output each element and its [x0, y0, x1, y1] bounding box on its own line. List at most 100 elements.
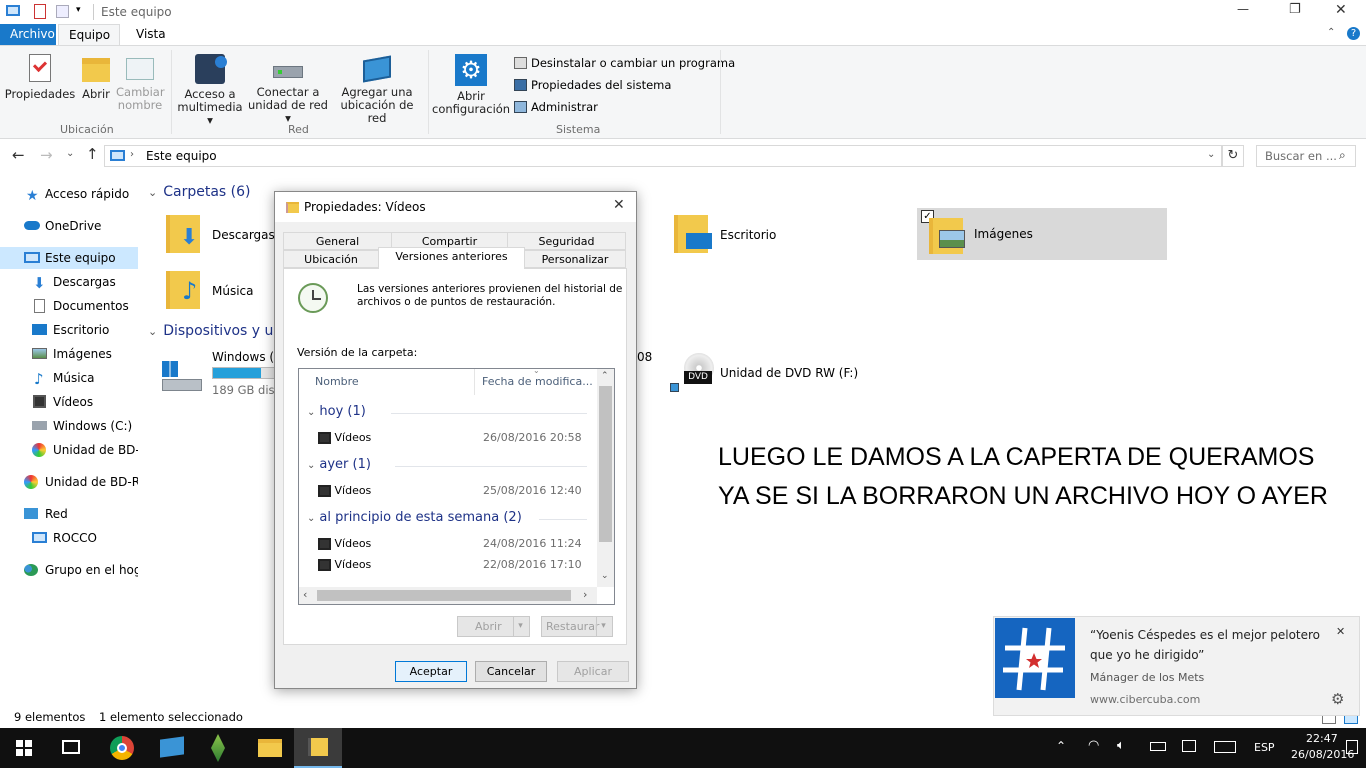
keyboard-icon[interactable] [1214, 741, 1236, 753]
folder-descargas[interactable]: ⬇ Descargas [166, 213, 276, 257]
vertical-scrollbar[interactable]: ⌃ ⌄ [597, 369, 614, 587]
action-center-icon[interactable] [1182, 740, 1196, 752]
notification-center-icon[interactable] [1346, 740, 1358, 754]
qat-dropdown-icon[interactable]: ▾ [76, 5, 81, 15]
folders-section-header[interactable]: ⌄ Carpetas (6) [148, 184, 250, 200]
scroll-thumb[interactable] [599, 386, 612, 542]
scroll-left-icon[interactable]: ‹ [303, 588, 307, 601]
abrir-button[interactable]: Abrir [78, 54, 114, 101]
address-bar[interactable]: › Este equipo ⌄ [104, 145, 1222, 167]
sims-icon[interactable] [211, 734, 225, 762]
recent-dropdown-icon[interactable]: ⌄ [66, 148, 74, 159]
nav-onedrive[interactable]: OneDrive [0, 215, 138, 237]
version-row[interactable]: Vídeos [318, 558, 371, 571]
drive-dvd-rw[interactable]: DVD Unidad de DVD RW (F:) [668, 353, 858, 397]
nav-videos[interactable]: Vídeos [0, 391, 138, 413]
ribbon-expand-icon[interactable]: ⌃ [1327, 27, 1335, 38]
nav-descargas[interactable]: ⬇ Descargas [0, 271, 138, 293]
administrar-button[interactable]: Administrar [514, 100, 598, 114]
nav-windows-c[interactable]: Windows (C:) [0, 415, 138, 437]
film-icon [318, 559, 331, 571]
volume-icon[interactable]: 🔈︎ [1117, 738, 1125, 753]
start-button[interactable] [0, 728, 48, 768]
tab-equipo[interactable]: Equipo [58, 24, 120, 47]
nav-este-equipo[interactable]: Este equipo [0, 247, 138, 269]
nav-unidad-bd-ro[interactable]: Unidad de BD-RO [0, 471, 138, 493]
toast-settings-icon[interactable]: ⚙ [1331, 690, 1344, 708]
maximize-button[interactable]: ❐ [1289, 2, 1301, 17]
nav-acceso-rapido[interactable]: ★ Acceso rápido [0, 183, 138, 205]
dialog-close-icon[interactable]: ✕ [613, 197, 625, 213]
folder-musica[interactable]: ♪ Música [166, 269, 276, 313]
cancel-button[interactable]: Cancelar [475, 661, 547, 682]
group-hoy[interactable]: ⌄ hoy (1) [307, 404, 366, 419]
this-pc-taskbar-icon[interactable] [160, 736, 184, 758]
horizontal-scrollbar[interactable]: ‹ › [299, 587, 597, 604]
agregar-ubicacion-red-button[interactable]: Agregar una ubicación de red [332, 54, 422, 125]
nav-documentos[interactable]: Documentos [0, 295, 138, 317]
close-button[interactable]: ✕ [1335, 2, 1347, 18]
tab-ubicacion[interactable]: Ubicación [283, 250, 379, 268]
nav-rocco[interactable]: ROCCO [0, 527, 138, 549]
nav-red[interactable]: Red [0, 503, 138, 525]
tab-vista[interactable]: Vista [126, 24, 176, 46]
scroll-right-icon[interactable]: › [583, 588, 587, 601]
abrir-configuracion-button[interactable]: ⚙ Abrir configuración [432, 54, 510, 116]
scroll-down-icon[interactable]: ⌄ [601, 571, 609, 581]
clock-date[interactable]: 26/08/2016 [1291, 748, 1354, 761]
scroll-thumb[interactable] [317, 590, 571, 601]
search-input[interactable]: Buscar en ... [1265, 149, 1337, 163]
version-row[interactable]: Vídeos [318, 431, 371, 444]
propiedades-sistema-button[interactable]: Propiedades del sistema [514, 78, 671, 92]
up-arrow-icon[interactable]: ↑ [86, 145, 99, 163]
version-name: Vídeos [334, 431, 372, 444]
versions-list[interactable]: Nombre Fecha de modifica... ⌄ ⌄ hoy (1) V… [298, 368, 615, 605]
nav-unidad-bd-r[interactable]: Unidad de BD-R [0, 439, 138, 461]
accept-button[interactable]: Aceptar [395, 661, 467, 682]
show-hidden-icons-icon[interactable]: ⌃ [1056, 739, 1066, 753]
search-box[interactable]: Buscar en ... ⌕ [1256, 145, 1356, 167]
tab-general[interactable]: General [283, 232, 392, 250]
drive-windows-c[interactable]: Windows (C 189 GB disp [160, 349, 282, 401]
version-row[interactable]: Vídeos [318, 484, 371, 497]
tab-versiones-anteriores[interactable]: Versiones anteriores [378, 247, 525, 269]
group-ayer[interactable]: ⌄ ayer (1) [307, 457, 371, 472]
chrome-icon[interactable] [110, 736, 134, 760]
version-row[interactable]: Vídeos [318, 537, 371, 550]
group-principio-semana[interactable]: ⌄ al principio de esta semana (2) [307, 510, 522, 525]
nav-grupo-hogar[interactable]: Grupo en el hoga [0, 559, 138, 581]
toast-notification[interactable]: “Yoenis Céspedes es el mejor pelotero qu… [993, 616, 1360, 716]
version-date: 24/08/2016 11:24 [483, 537, 582, 550]
task-view-icon[interactable] [62, 740, 80, 754]
back-arrow-icon[interactable]: ← [12, 146, 25, 164]
active-window-taskbar-item[interactable] [294, 728, 342, 768]
folder-escritorio[interactable]: Escritorio [674, 213, 814, 257]
tab-archivo[interactable]: Archivo [0, 24, 56, 46]
properties-qat-icon[interactable] [34, 4, 46, 19]
new-folder-qat-icon[interactable] [56, 5, 69, 18]
nav-escritorio[interactable]: Escritorio [0, 319, 138, 341]
refresh-button[interactable]: ↻ [1222, 145, 1244, 167]
help-icon[interactable]: ? [1347, 27, 1360, 40]
battery-icon[interactable] [1150, 742, 1166, 751]
tab-personalizar[interactable]: Personalizar [524, 250, 626, 268]
file-explorer-taskbar-icon[interactable] [258, 739, 282, 757]
language-indicator[interactable]: ESP [1254, 741, 1275, 754]
forward-arrow-icon[interactable]: → [40, 146, 53, 164]
desinstalar-programa-button[interactable]: Desinstalar o cambiar un programa [514, 56, 735, 70]
scroll-up-icon[interactable]: ⌃ [601, 371, 609, 381]
column-header-nombre[interactable]: Nombre [299, 369, 475, 395]
folder-imagenes[interactable]: ✓ Imágenes [917, 208, 1167, 260]
annotation-line-2: YA SE SI LA BORRARON UN ARCHIVO HOY O AY… [718, 482, 1328, 510]
clock-time[interactable]: 22:47 [1306, 732, 1338, 745]
nav-musica[interactable]: ♪ Música [0, 367, 138, 389]
wifi-icon[interactable]: ◠ [1088, 738, 1099, 753]
nav-imagenes[interactable]: Imágenes [0, 343, 138, 365]
propiedades-button[interactable]: Propiedades [4, 54, 76, 101]
toast-close-button[interactable]: ✕ [1336, 625, 1345, 638]
minimize-button[interactable]: — [1237, 2, 1249, 16]
address-dropdown-icon[interactable]: ⌄ [1207, 149, 1215, 160]
acceso-multimedia-button[interactable]: Acceso a multimedia ▾ [174, 54, 246, 127]
conectar-unidad-red-button[interactable]: Conectar a unidad de red ▾ [246, 54, 330, 125]
devices-section-header[interactable]: ⌄ Dispositivos y un [148, 323, 282, 339]
